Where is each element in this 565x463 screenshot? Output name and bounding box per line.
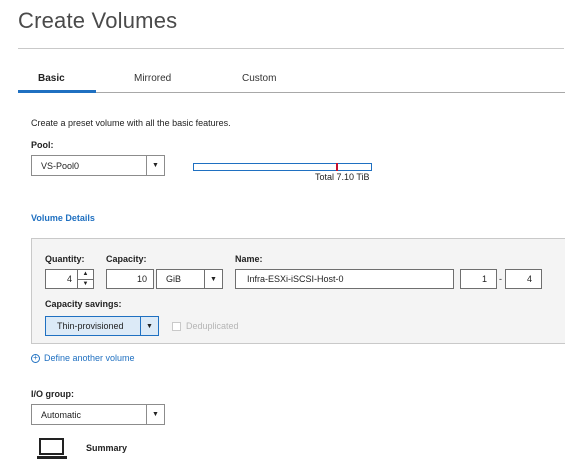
capacity-unit-value: GiB [166, 274, 182, 284]
add-circle-icon: + [31, 353, 40, 363]
capacity-savings-select[interactable]: Thin-provisioned ▼ [45, 316, 159, 336]
summary-label: Summary [86, 443, 128, 453]
pool-select-value: VS-Pool0 [41, 160, 80, 171]
capacity-unit-select[interactable]: GiB ▼ [156, 269, 223, 289]
tab-mirrored[interactable]: Mirrored [134, 73, 171, 84]
name-range-start-input[interactable]: 1 [460, 269, 497, 289]
laptop-icon [37, 438, 67, 459]
increment-arrow-icon[interactable]: ▲ [78, 270, 93, 280]
io-group-label: I/O group: [31, 389, 74, 399]
chevron-down-icon: ▼ [146, 156, 164, 175]
name-label: Name: [235, 254, 263, 264]
name-range-end-input[interactable]: 4 [505, 269, 542, 289]
quantity-stepper[interactable]: 4 ▲ ▼ [45, 269, 94, 289]
volume-name-input[interactable]: Infra-ESXi-iSCSI-Host-0 [235, 269, 454, 289]
active-tab-indicator [18, 90, 96, 93]
pool-total-capacity: Total 7.10 TiB [315, 172, 370, 182]
deduplicated-checkbox[interactable] [172, 322, 181, 331]
capacity-value: 10 [136, 274, 147, 284]
chevron-down-icon: ▼ [140, 317, 158, 335]
tab-divider [96, 92, 565, 93]
quantity-value: 4 [66, 274, 72, 284]
capacity-label: Capacity: [106, 254, 147, 264]
pool-select[interactable]: VS-Pool0 ▼ [31, 155, 165, 176]
pool-capacity-bar [193, 163, 372, 171]
capacity-savings-label: Capacity savings: [45, 299, 122, 309]
define-another-volume-label: Define another volume [44, 353, 135, 363]
capacity-savings-value: Thin-provisioned [57, 321, 124, 331]
tab-custom[interactable]: Custom [242, 73, 276, 84]
chevron-down-icon: ▼ [146, 405, 164, 424]
name-range-start-value: 1 [481, 274, 487, 284]
io-group-select[interactable]: Automatic ▼ [31, 404, 165, 425]
page-title: Create Volumes [18, 8, 178, 33]
tab-basic[interactable]: Basic [38, 73, 65, 84]
chevron-down-icon: ▼ [204, 270, 222, 288]
quantity-label: Quantity: [45, 254, 85, 264]
name-range-separator: - [499, 274, 502, 284]
deduplicated-label: Deduplicated [186, 321, 239, 331]
decrement-arrow-icon[interactable]: ▼ [78, 280, 93, 289]
volume-details-title: Volume Details [31, 213, 95, 223]
pool-capacity-marker [335, 163, 338, 171]
define-another-volume-link[interactable]: + Define another volume [31, 353, 135, 363]
pool-label: Pool: [31, 140, 54, 150]
description-text: Create a preset volume with all the basi… [31, 118, 231, 128]
io-group-value: Automatic [41, 409, 82, 420]
title-divider [18, 48, 564, 49]
volume-name-value: Infra-ESXi-iSCSI-Host-0 [247, 274, 344, 284]
capacity-input[interactable]: 10 [106, 269, 154, 289]
name-range-end-value: 4 [526, 274, 532, 284]
